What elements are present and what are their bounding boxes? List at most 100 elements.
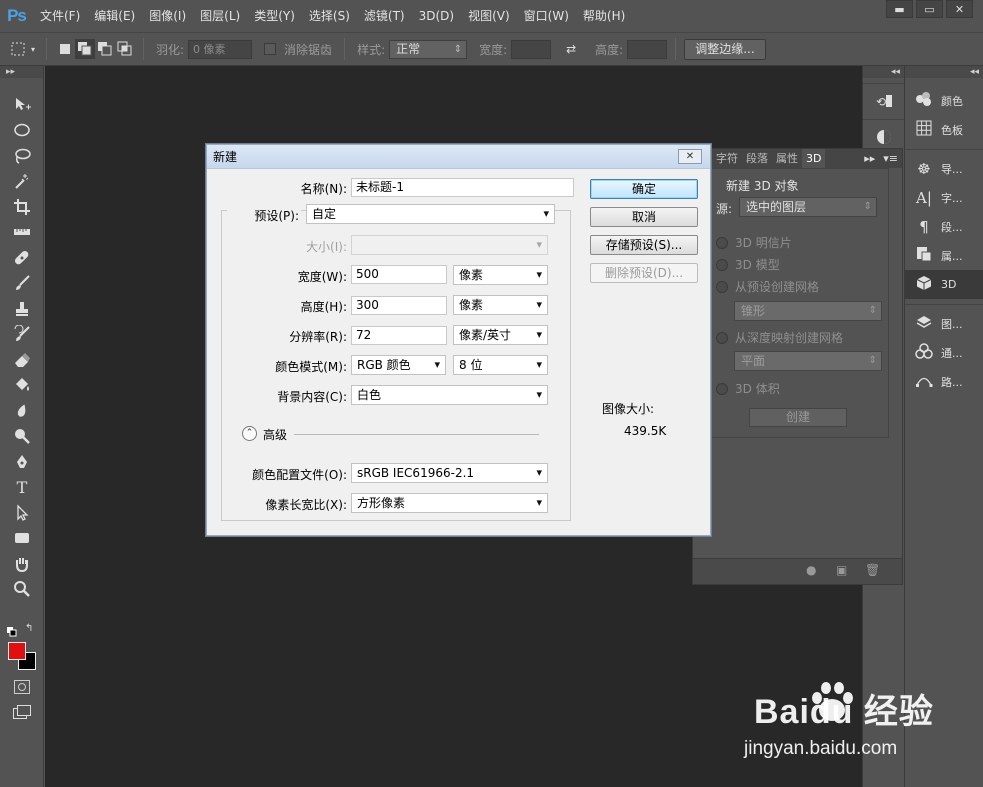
dock-collapse-icon[interactable]: ◂◂ — [905, 66, 983, 78]
swap-arrows-icon[interactable]: ⇄ — [561, 39, 581, 59]
zoom-icon[interactable] — [0, 577, 44, 603]
tab-3d[interactable]: 3D — [802, 149, 826, 168]
preset-select[interactable]: 自定 — [306, 204, 555, 224]
menu-window[interactable]: 窗口(W) — [517, 0, 576, 32]
eraser-icon[interactable] — [0, 347, 44, 373]
width-input[interactable] — [511, 39, 552, 59]
tab-character[interactable]: 字符 — [712, 149, 742, 168]
height-unit-select[interactable]: 像素 — [453, 295, 548, 315]
new-item-icon[interactable]: ▣ — [836, 563, 847, 577]
new-selection-icon[interactable] — [55, 39, 75, 59]
advanced-toggle-icon[interactable]: ⌃ — [242, 426, 257, 441]
cancel-button[interactable]: 取消 — [590, 207, 698, 227]
panel-collapse-icon[interactable]: ▸▸ — [860, 149, 879, 168]
delete-preset-button[interactable]: 删除预设(D)... — [590, 263, 698, 283]
menu-help[interactable]: 帮助(H) — [576, 0, 632, 32]
restore-button[interactable]: ▭ — [916, 0, 943, 18]
pixel-aspect-select[interactable]: 方形像素 — [351, 493, 548, 513]
menu-type[interactable]: 类型(Y) — [247, 0, 302, 32]
option-3d-volume[interactable]: 3D 体积 — [716, 380, 780, 397]
hand-icon[interactable] — [0, 551, 44, 577]
color-profile-select[interactable]: sRGB IEC61966-2.1 — [351, 463, 548, 483]
create-button[interactable]: 创建 — [749, 408, 847, 427]
option-3d-postcard[interactable]: 3D 明信片 — [716, 234, 792, 251]
dock-collapse-icon[interactable]: ◂◂ — [863, 66, 904, 78]
path-selection-icon[interactable] — [0, 500, 44, 526]
minimize-button[interactable]: ▬ — [886, 0, 913, 18]
close-window-button[interactable]: ✕ — [946, 0, 973, 18]
foreground-color-swatch[interactable] — [8, 642, 26, 660]
type-icon[interactable]: T — [0, 475, 44, 501]
option-mesh-from-depth-map[interactable]: 从深度映射创建网格 — [716, 329, 843, 346]
bit-depth-select[interactable]: 8 位 — [453, 355, 548, 375]
background-select[interactable]: 白色 — [351, 385, 548, 405]
source-select[interactable]: 选中的图层 — [739, 197, 877, 217]
panel-character[interactable]: A| 字... — [905, 183, 983, 212]
swap-colors-icon[interactable]: ↰ — [25, 623, 33, 634]
rectangle-shape-icon[interactable] — [0, 526, 44, 552]
depth-map-select[interactable]: 平面 — [734, 351, 882, 371]
menu-file[interactable]: 文件(F) — [33, 0, 87, 32]
move-tool-icon[interactable] — [0, 92, 44, 118]
color-mode-select[interactable]: RGB 颜色 — [351, 355, 446, 375]
panel-swatches[interactable]: 色板 — [905, 115, 983, 144]
preset-dropdown-icon[interactable]: ▾ — [28, 39, 38, 59]
magic-wand-icon[interactable] — [0, 169, 44, 195]
ok-button[interactable]: 确定 — [590, 179, 698, 199]
menu-layer[interactable]: 图层(L) — [193, 0, 247, 32]
ruler-icon[interactable] — [0, 220, 44, 246]
height-input[interactable]: 300 — [351, 296, 447, 315]
feather-input[interactable]: 0 像素 — [188, 39, 253, 59]
mesh-preset-select[interactable]: 锥形 — [734, 301, 882, 321]
menu-select[interactable]: 选择(S) — [302, 0, 357, 32]
quick-mask-icon[interactable] — [14, 680, 30, 697]
panel-3d[interactable]: 3D — [905, 270, 983, 299]
panel-menu-icon[interactable]: ▾≡ — [879, 149, 902, 168]
trash-icon[interactable]: 🗑 — [865, 563, 880, 577]
advanced-label[interactable]: 高级 — [263, 426, 287, 443]
pen-icon[interactable] — [0, 449, 44, 475]
panel-channels[interactable]: 通... — [905, 338, 983, 367]
history-brush-icon[interactable] — [0, 322, 44, 348]
resolution-input[interactable]: 72 — [351, 326, 447, 345]
paint-bucket-icon[interactable] — [0, 373, 44, 399]
dialog-close-icon[interactable]: ✕ — [678, 149, 702, 164]
panel-paths[interactable]: 路... — [905, 367, 983, 396]
panel-layers[interactable]: 图... — [905, 309, 983, 338]
menu-3d[interactable]: 3D(D) — [412, 0, 461, 32]
marquee-preset-icon[interactable] — [8, 39, 28, 59]
blur-icon[interactable] — [0, 398, 44, 424]
adjustments-icon[interactable] — [863, 124, 905, 150]
toolbox-collapse-icon[interactable]: ▸▸ — [0, 66, 43, 78]
menu-view[interactable]: 视图(V) — [461, 0, 517, 32]
light-bulb-icon[interactable]: ● — [806, 563, 816, 577]
panel-navigator[interactable]: ☸ 导... — [905, 154, 983, 183]
menu-edit[interactable]: 编辑(E) — [87, 0, 142, 32]
stamp-icon[interactable] — [0, 296, 44, 322]
panel-color[interactable]: 颜色 — [905, 86, 983, 115]
dodge-icon[interactable] — [0, 424, 44, 450]
save-preset-button[interactable]: 存储预设(S)... — [590, 235, 698, 255]
intersect-selection-icon[interactable] — [115, 39, 135, 59]
subtract-selection-icon[interactable] — [95, 39, 115, 59]
history-icon[interactable]: ⟲ — [863, 88, 905, 114]
brush-icon[interactable] — [0, 271, 44, 297]
default-colors-icon[interactable] — [7, 626, 17, 637]
height-input[interactable] — [627, 39, 668, 59]
width-unit-select[interactable]: 像素 — [453, 265, 548, 285]
resolution-unit-select[interactable]: 像素/英寸 — [453, 325, 548, 345]
style-select[interactable]: 正常 — [389, 39, 468, 59]
panel-properties[interactable]: 属... — [905, 241, 983, 270]
lasso-icon[interactable] — [0, 143, 44, 169]
healing-brush-icon[interactable] — [0, 245, 44, 271]
screen-mode-icon[interactable] — [13, 705, 31, 722]
menu-filter[interactable]: 滤镜(T) — [357, 0, 412, 32]
name-input[interactable]: 未标题-1 — [351, 178, 574, 197]
option-mesh-from-preset[interactable]: 从预设创建网格 — [716, 278, 819, 295]
ellipse-marquee-icon[interactable] — [0, 118, 44, 144]
add-selection-icon[interactable] — [75, 39, 95, 59]
antialias-checkbox[interactable] — [264, 43, 277, 55]
panel-paragraph[interactable]: ¶ 段... — [905, 212, 983, 241]
size-select[interactable] — [351, 235, 548, 255]
tab-properties[interactable]: 属性 — [772, 149, 802, 168]
